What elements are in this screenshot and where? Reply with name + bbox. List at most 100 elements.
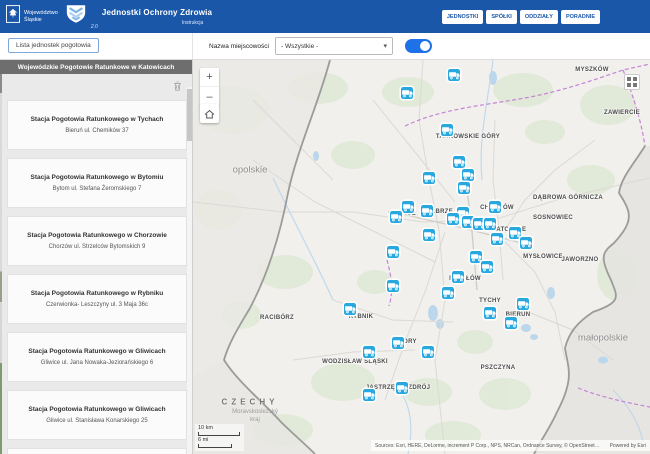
home-extent-button[interactable] [200, 104, 219, 123]
scale-km-label: 10 km [198, 425, 213, 431]
place-select-value: - Wszystkie - [281, 43, 318, 50]
stations-panel: Stacja Pogotowia Ratunkowego w Tychach Bi… [0, 74, 192, 454]
stations-sidebar: Wojewódzkie Pogotowie Ratunkowe w Katowi… [0, 60, 193, 454]
ambulance-marker-icon [490, 232, 505, 247]
ambulance-marker-icon [400, 85, 415, 100]
trash-icon[interactable] [173, 78, 182, 96]
ambulance-station-marker[interactable] [422, 171, 437, 186]
ambulance-station-marker[interactable] [386, 279, 401, 294]
ambulance-marker-icon [447, 68, 462, 83]
ambulance-marker-icon [391, 335, 406, 350]
zoom-controls: + – [200, 68, 219, 106]
ambulance-station-marker[interactable] [342, 302, 357, 317]
sub-toolbar: Lista jednostek pogotowia Nazwa miejscow… [0, 33, 650, 60]
ambulance-marker-icon [420, 204, 435, 219]
station-title: Stacja Pogotowia Ratunkowego w Gliwicach [28, 406, 165, 414]
nav-button-poradnie[interactable]: PORADNIE [561, 10, 600, 24]
basemap-gallery-button[interactable] [624, 74, 640, 90]
station-address: Bieruń ul. Chemików 37 [65, 128, 128, 134]
station-title: Stacja Pogotowia Ratunkowego w Bytomiu [31, 174, 164, 182]
ambulance-station-marker[interactable] [420, 204, 435, 219]
scale-mi-label: 6 mi [198, 437, 208, 443]
ambulance-station-marker[interactable] [391, 335, 406, 350]
ambulance-station-marker[interactable] [440, 122, 455, 137]
ambulance-station-marker[interactable] [422, 228, 437, 243]
station-title: Stacja Pogotowia Ratunkowego w Rybniku [31, 290, 164, 298]
ambulance-station-marker[interactable] [362, 388, 377, 403]
attribution-text: Sources: Esri, HERE, DeLorme, increment … [375, 443, 604, 449]
ambulance-marker-icon [440, 122, 455, 137]
ambulance-station-marker[interactable] [421, 344, 436, 359]
ambulance-marker-icon [519, 236, 534, 251]
nav-button-jednostki[interactable]: JEDNOSTKI [442, 10, 483, 24]
ambulance-station-marker[interactable] [457, 181, 472, 196]
sidebar-scrollbar[interactable] [187, 87, 192, 454]
ambulance-station-marker[interactable] [480, 260, 495, 275]
ambulance-marker-icon [516, 297, 531, 312]
station-address: Czerwionka- Leszczyny ul. 3 Maja 36c [46, 302, 148, 308]
ambulance-station-marker[interactable] [490, 232, 505, 247]
main-content: Wojewódzkie Pogotowie Ratunkowe w Katowi… [0, 60, 650, 454]
ambulance-station-marker[interactable] [504, 315, 519, 330]
ambulance-station-marker[interactable] [441, 286, 456, 301]
ambulance-marker-icon [362, 344, 377, 359]
ambulance-marker-icon [362, 388, 377, 403]
attribution-bar: Sources: Esri, HERE, DeLorme, increment … [371, 440, 650, 451]
station-card[interactable]: Stacja Pogotowia Ratunkowego w Tychach Bi… [8, 101, 186, 149]
ambulance-marker-icon [446, 212, 461, 227]
header-nav: JEDNOSTKISPÓŁKI ODDZIAŁYPORADNIE [442, 10, 600, 24]
station-card-partial[interactable] [8, 449, 186, 454]
place-select[interactable]: - Wszystkie - ▾ [275, 37, 393, 55]
ambulance-station-marker[interactable] [516, 297, 531, 312]
ambulance-marker-icon [395, 381, 410, 396]
list-units-button[interactable]: Lista jednostek pogotowia [8, 38, 99, 53]
place-name-label: Nazwa miejscowości [209, 43, 269, 50]
ambulance-station-marker[interactable] [483, 306, 498, 321]
ambulance-station-marker[interactable] [386, 245, 401, 260]
station-card[interactable]: Stacja Pogotowia Ratunkowego w Rybniku Cz… [8, 275, 186, 323]
ambulance-marker-icon [421, 344, 436, 359]
ambulance-marker-icon [386, 279, 401, 294]
nav-button-spółki[interactable]: SPÓŁKI [486, 10, 516, 24]
sidebar-scrollbar-thumb[interactable] [187, 89, 192, 141]
ambulance-station-marker[interactable] [483, 217, 498, 232]
station-card[interactable]: Stacja Pogotowia Ratunkowego w Chorzowie… [8, 217, 186, 265]
station-card[interactable]: Stacja Pogotowia Ratunkowego w Bytomiu By… [8, 159, 186, 207]
sidebar-toolbar: Lista jednostek pogotowia [0, 33, 193, 59]
ambulance-station-marker[interactable] [362, 344, 377, 359]
ambulance-marker-icon [451, 270, 466, 285]
ambulance-station-marker[interactable] [389, 210, 404, 225]
basemap-art [193, 60, 650, 454]
ambulance-station-marker[interactable] [395, 381, 410, 396]
ambulance-marker-icon [483, 217, 498, 232]
ambulance-station-marker[interactable] [451, 270, 466, 285]
chevron-down-icon: ▾ [383, 42, 387, 50]
app-root: Województwo Śląskie 2.0 Jednostki Ochron… [0, 0, 650, 454]
station-card[interactable]: Stacja Pogotowia Ratunkowego w Gliwicach… [8, 391, 186, 439]
app-header: Województwo Śląskie 2.0 Jednostki Ochron… [0, 0, 650, 33]
ambulance-marker-icon [480, 260, 495, 275]
map-canvas[interactable]: MYSZKÓWZAWIERCIETARNOWSKIE GÓRYopolskieD… [193, 60, 650, 454]
layer-toggle[interactable] [405, 39, 432, 53]
ambulance-station-marker[interactable] [400, 85, 415, 100]
station-title: Stacja Pogotowia Ratunkowego w Chorzowie [27, 232, 167, 240]
nav-button-oddziały[interactable]: ODDZIAŁY [520, 10, 558, 24]
zoom-in-button[interactable]: + [200, 68, 219, 87]
stations-list: Stacja Pogotowia Ratunkowego w Tychach Bi… [0, 101, 192, 439]
station-address: Gliwice ul. Jana Nowaka-Jeziorańskiego 6 [41, 360, 153, 366]
ambulance-station-marker[interactable] [519, 236, 534, 251]
station-title: Stacja Pogotowia Ratunkowego w Tychach [31, 116, 164, 124]
instruction-link[interactable]: Instrukcja [182, 20, 212, 26]
ambulance-station-marker[interactable] [446, 212, 461, 227]
grid-icon [627, 77, 637, 87]
station-address: Bytom ul. Stefana Żeromskiego 7 [53, 186, 142, 192]
app-title: Jednostki Ochrony Zdrowia [102, 8, 212, 17]
ambulance-marker-icon [342, 302, 357, 317]
ambulance-marker-icon [483, 306, 498, 321]
station-card[interactable]: Stacja Pogotowia Ratunkowego w Gliwicach… [8, 333, 186, 381]
ambulance-station-marker[interactable] [488, 199, 503, 214]
ambulance-marker-icon [422, 171, 437, 186]
station-address: Chorzów ul. Strzelców Bytomskich 9 [49, 244, 146, 250]
brand: Województwo Śląskie 2.0 [0, 4, 97, 29]
ambulance-station-marker[interactable] [447, 68, 462, 83]
